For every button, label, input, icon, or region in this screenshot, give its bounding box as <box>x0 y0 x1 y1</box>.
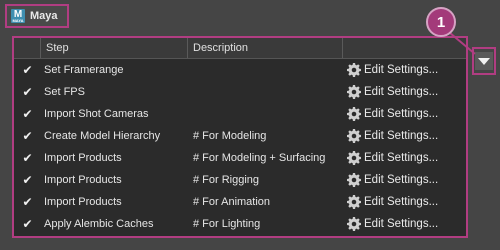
gear-icon <box>347 217 361 231</box>
row-step: Apply Alembic Caches <box>44 218 154 230</box>
table-header: Step Description <box>14 38 466 59</box>
row-step: Import Shot Cameras <box>44 108 149 120</box>
edit-settings-label: Edit Settings... <box>364 218 439 230</box>
check-icon: ✔ <box>22 173 33 187</box>
check-icon: ✔ <box>22 63 33 77</box>
check-icon: ✔ <box>22 217 33 231</box>
edit-settings-label: Edit Settings... <box>364 174 439 186</box>
row-step: Set FPS <box>44 86 85 98</box>
row-step: Create Model Hierarchy <box>44 130 161 142</box>
table-row[interactable]: ✔ Import Shot Cameras Edit Settings... <box>14 103 466 125</box>
table-row[interactable]: ✔ Set FPS Edit Settings... <box>14 81 466 103</box>
table-row[interactable]: ✔ Import Products # For Animation Edit Sett… <box>14 191 466 213</box>
edit-settings-button[interactable]: Edit Settings... <box>343 169 466 191</box>
row-step: Set Framerange <box>44 64 124 76</box>
callout-badge: 1 <box>426 7 456 37</box>
gear-icon <box>347 151 361 165</box>
tab-maya[interactable]: M MAYA Maya <box>5 4 69 28</box>
row-description: # For Modeling <box>193 130 267 142</box>
edit-settings-button[interactable]: Edit Settings... <box>343 125 466 147</box>
tab-label: Maya <box>30 10 58 22</box>
header-check[interactable] <box>14 38 41 58</box>
row-step: Import Products <box>44 152 122 164</box>
edit-settings-button[interactable]: Edit Settings... <box>343 81 466 103</box>
row-checkbox[interactable]: ✔ <box>14 147 41 169</box>
table-row[interactable]: ✔ Set Framerange Edit Settings... <box>14 59 466 81</box>
check-icon: ✔ <box>22 151 33 165</box>
row-description: # For Animation <box>193 196 271 208</box>
table-row[interactable]: ✔ Import Products # For Modeling + Surfaci… <box>14 147 466 169</box>
steps-table: Step Description ✔ Set Framerange Edit Set… <box>12 36 468 238</box>
gear-icon <box>347 63 361 77</box>
row-description <box>188 59 343 81</box>
gear-icon <box>347 85 361 99</box>
dropdown-button-face[interactable] <box>475 52 493 70</box>
table-row[interactable]: ✔ Create Model Hierarchy # For Modeling Edi… <box>14 125 466 147</box>
table-row[interactable]: ✔ Import Products # For Rigging Edit Settin… <box>14 169 466 191</box>
header-description[interactable]: Description <box>188 38 343 58</box>
row-description: # For Modeling + Surfacing <box>193 152 326 164</box>
gear-icon <box>347 173 361 187</box>
edit-settings-label: Edit Settings... <box>364 64 439 76</box>
header-step[interactable]: Step <box>41 38 188 58</box>
row-step: Import Products <box>44 174 122 186</box>
gear-icon <box>347 195 361 209</box>
row-checkbox[interactable]: ✔ <box>14 125 41 147</box>
edit-settings-button[interactable]: Edit Settings... <box>343 103 466 125</box>
edit-settings-button[interactable]: Edit Settings... <box>343 147 466 169</box>
row-step: Import Products <box>44 196 122 208</box>
edit-settings-label: Edit Settings... <box>364 108 439 120</box>
check-icon: ✔ <box>22 85 33 99</box>
row-description: # For Lighting <box>193 218 261 230</box>
row-description <box>188 81 343 103</box>
maya-logo-icon: M MAYA <box>11 9 25 23</box>
check-icon: ✔ <box>22 107 33 121</box>
edit-settings-label: Edit Settings... <box>364 86 439 98</box>
table-row[interactable]: ✔ Apply Alembic Caches # For Lighting Edit … <box>14 213 466 235</box>
edit-settings-label: Edit Settings... <box>364 130 439 142</box>
edit-settings-button[interactable]: Edit Settings... <box>343 213 466 235</box>
edit-settings-button[interactable]: Edit Settings... <box>343 191 466 213</box>
edit-settings-label: Edit Settings... <box>364 196 439 208</box>
table-body: ✔ Set Framerange Edit Settings... ✔ Set FPS E… <box>14 59 466 235</box>
row-checkbox[interactable]: ✔ <box>14 169 41 191</box>
chevron-down-icon <box>478 57 490 65</box>
row-checkbox[interactable]: ✔ <box>14 191 41 213</box>
row-checkbox[interactable]: ✔ <box>14 81 41 103</box>
check-icon: ✔ <box>22 129 33 143</box>
check-icon: ✔ <box>22 195 33 209</box>
row-checkbox[interactable]: ✔ <box>14 103 41 125</box>
gear-icon <box>347 107 361 121</box>
dropdown-button[interactable] <box>472 47 496 75</box>
gear-icon <box>347 129 361 143</box>
row-description: # For Rigging <box>193 174 260 186</box>
row-checkbox[interactable]: ✔ <box>14 59 41 81</box>
row-checkbox[interactable]: ✔ <box>14 213 41 235</box>
row-description <box>188 103 343 125</box>
edit-settings-label: Edit Settings... <box>364 152 439 164</box>
header-actions[interactable] <box>343 38 466 58</box>
edit-settings-button[interactable]: Edit Settings... <box>343 59 466 81</box>
